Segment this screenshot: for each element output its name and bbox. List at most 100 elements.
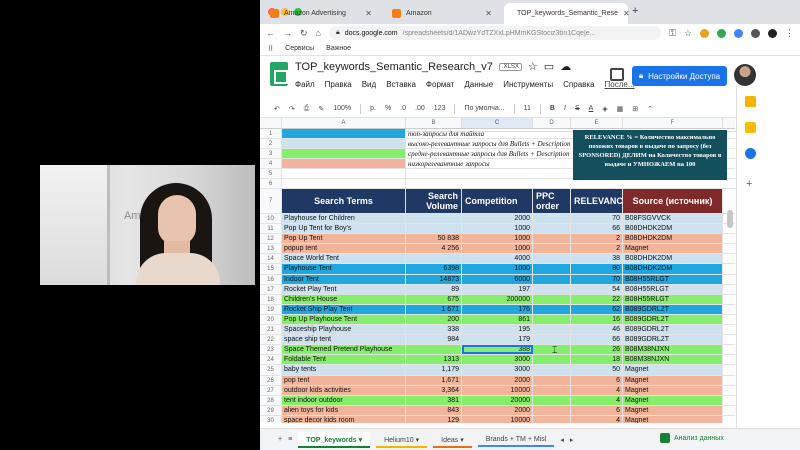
key-icon[interactable]: ⚿ bbox=[669, 28, 676, 39]
cell-ppc-order[interactable] bbox=[533, 244, 571, 254]
cell-search-term[interactable]: Playhouse Tent bbox=[282, 264, 406, 274]
cell-relevance[interactable]: 18 bbox=[571, 355, 623, 365]
cell-relevance[interactable]: 50 bbox=[571, 365, 623, 375]
row-number[interactable]: 23 bbox=[260, 345, 282, 355]
cell-relevance[interactable]: 62 bbox=[571, 304, 623, 314]
header-search-terms[interactable]: Search Terms bbox=[282, 189, 406, 213]
cell-search-term[interactable]: Pop Up Playhouse Tent bbox=[282, 314, 406, 325]
cell-search-volume[interactable]: 1,179 bbox=[406, 365, 462, 375]
cell-competition[interactable]: 195 bbox=[462, 325, 533, 335]
cell-ppc-order[interactable] bbox=[533, 375, 571, 385]
cell-relevance[interactable]: 4 bbox=[571, 385, 623, 395]
legend-label[interactable]: низкорелевантные запросы bbox=[406, 159, 587, 168]
cell-source[interactable]: B08DHDK2DM bbox=[623, 224, 723, 234]
menu-view[interactable]: Вид bbox=[362, 80, 376, 89]
cell-competition[interactable]: 10000 bbox=[462, 385, 533, 395]
legend-swatch[interactable] bbox=[282, 129, 406, 138]
explore-button[interactable]: Анализ данных bbox=[660, 433, 724, 443]
cell-search-volume[interactable]: 14873 bbox=[406, 274, 462, 284]
currency-format-button[interactable]: р. bbox=[370, 105, 376, 112]
home-icon[interactable]: ⌂ bbox=[316, 28, 321, 38]
cell-relevance[interactable]: 16 bbox=[571, 314, 623, 325]
legend-swatch[interactable] bbox=[282, 159, 406, 168]
keep-icon[interactable] bbox=[745, 122, 756, 133]
column-header-b[interactable]: B bbox=[406, 118, 462, 128]
cell-search-term[interactable]: Indoor Tent bbox=[282, 274, 406, 284]
row-number[interactable]: 3 bbox=[260, 149, 282, 158]
cell-search-volume[interactable]: 50 838 bbox=[406, 234, 462, 244]
cell-search-term[interactable]: Space World Tent bbox=[282, 254, 406, 264]
strikethrough-button[interactable]: S bbox=[575, 105, 580, 112]
cell-competition[interactable]: 200000 bbox=[462, 294, 533, 304]
header-source[interactable]: Source (источник) bbox=[623, 189, 723, 213]
cell-source[interactable]: Magnet bbox=[623, 375, 723, 385]
sheets-logo-icon[interactable] bbox=[270, 62, 288, 86]
row-number[interactable]: 17 bbox=[260, 284, 282, 294]
cell-source[interactable]: B089GDRL2T bbox=[623, 314, 723, 325]
cell-search-volume[interactable] bbox=[406, 214, 462, 224]
cell-search-term[interactable]: popup tent bbox=[282, 244, 406, 254]
row-number[interactable]: 20 bbox=[260, 314, 282, 325]
cell-relevance[interactable]: 46 bbox=[571, 325, 623, 335]
row-number[interactable]: 12 bbox=[260, 234, 282, 244]
cell[interactable] bbox=[282, 169, 406, 178]
cell-search-term[interactable]: tent indoor outdoor bbox=[282, 395, 406, 405]
row-number[interactable]: 11 bbox=[260, 224, 282, 234]
more-formats-button[interactable]: 123 bbox=[434, 105, 446, 112]
cell-ppc-order[interactable] bbox=[533, 234, 571, 244]
cell-search-volume[interactable]: 3,364 bbox=[406, 385, 462, 395]
cell-ppc-order[interactable] bbox=[533, 395, 571, 405]
row-number[interactable]: 29 bbox=[260, 405, 282, 415]
extension-icon[interactable] bbox=[700, 28, 709, 38]
row-number[interactable]: 26 bbox=[260, 375, 282, 385]
cell-search-volume[interactable]: 200 bbox=[406, 314, 462, 325]
menu-help[interactable]: Справка bbox=[563, 80, 594, 89]
sheet-tab-top-keywords[interactable]: TOP_keywords ▾ bbox=[298, 431, 371, 448]
document-title[interactable]: TOP_keywords_Semantic_Research_v7 bbox=[295, 61, 493, 73]
menu-data[interactable]: Данные bbox=[464, 80, 493, 89]
cell-ppc-order[interactable] bbox=[533, 335, 571, 345]
undo-icon[interactable]: ↶ bbox=[274, 105, 280, 113]
cell-source[interactable]: Magnet bbox=[623, 385, 723, 395]
new-tab-button[interactable]: + bbox=[632, 5, 638, 17]
cell-search-term[interactable]: Space Themed Pretend Playhouse bbox=[282, 345, 406, 355]
cell-ppc-order[interactable] bbox=[533, 415, 571, 423]
cell-search-term[interactable]: pop tent bbox=[282, 375, 406, 385]
cell-relevance[interactable]: 70 bbox=[571, 214, 623, 224]
sheet-tab-brands[interactable]: Brands + TM + Misl bbox=[477, 432, 555, 447]
cell-search-term[interactable]: outdoor kids activities bbox=[282, 385, 406, 395]
increase-decimal-button[interactable]: .00 bbox=[415, 105, 425, 112]
sheet-tab-helium10[interactable]: Helium10 ▾ bbox=[376, 432, 428, 448]
cell-search-volume[interactable] bbox=[406, 254, 462, 264]
row-number[interactable]: 28 bbox=[260, 395, 282, 405]
cell-source[interactable]: B08H55RLGT bbox=[623, 294, 723, 304]
cell-competition[interactable]: 20000 bbox=[462, 395, 533, 405]
bookmark-important[interactable]: Важное bbox=[326, 45, 351, 52]
column-header-d[interactable]: D bbox=[533, 118, 571, 128]
cell-ppc-order[interactable] bbox=[533, 365, 571, 375]
font-size-select[interactable]: 11 bbox=[524, 105, 531, 112]
vertical-scrollbar[interactable] bbox=[727, 210, 733, 228]
cell-search-term[interactable]: Children's House bbox=[282, 294, 406, 304]
cell-search-volume[interactable]: 843 bbox=[406, 405, 462, 415]
cell-search-term[interactable]: Foldable Tent bbox=[282, 355, 406, 365]
cell-competition[interactable]: 2000 bbox=[462, 375, 533, 385]
row-number[interactable]: 21 bbox=[260, 325, 282, 335]
cell-competition[interactable]: 10000 bbox=[462, 415, 533, 423]
tasks-icon[interactable] bbox=[745, 148, 756, 159]
cell-search-term[interactable]: Rocket Ship Play Tent bbox=[282, 304, 406, 314]
cell-source[interactable]: B089GDRL2T bbox=[623, 325, 723, 335]
reload-icon[interactable]: ↻ bbox=[300, 28, 308, 39]
cell-search-volume[interactable]: 1313 bbox=[406, 355, 462, 365]
cell-relevance[interactable]: 70 bbox=[571, 274, 623, 284]
legend-label[interactable]: средне-релевантные запросы для Bullets +… bbox=[406, 149, 587, 158]
cell-search-volume[interactable]: 338 bbox=[406, 325, 462, 335]
decrease-decimal-button[interactable]: .0 bbox=[400, 105, 406, 112]
cell-search-term[interactable]: baby tents bbox=[282, 365, 406, 375]
row-number[interactable]: 4 bbox=[260, 159, 282, 168]
cell[interactable] bbox=[282, 179, 406, 188]
row-number[interactable]: 18 bbox=[260, 294, 282, 304]
cell-relevance[interactable]: 66 bbox=[571, 224, 623, 234]
tab-amazon-advertising[interactable]: Amazon Advertising ✕ bbox=[262, 3, 380, 24]
cell-search-term[interactable]: Spaceship Playhouse bbox=[282, 325, 406, 335]
